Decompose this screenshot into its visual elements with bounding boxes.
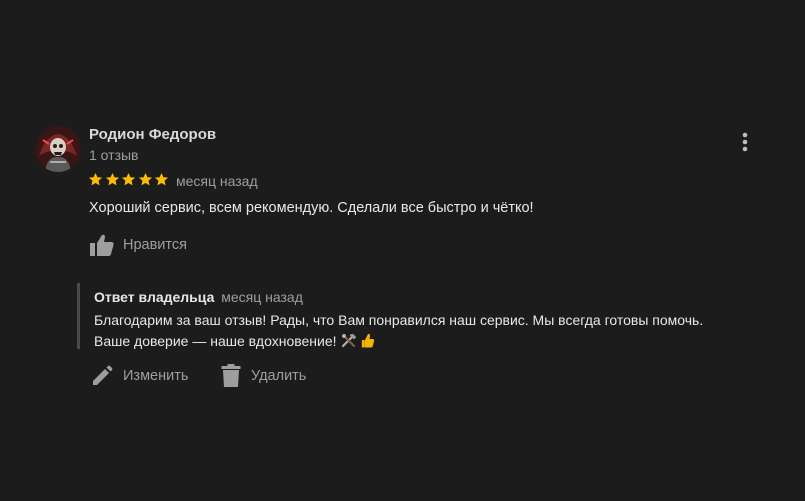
reply-text: Благодарим за ваш отзыв! Рады, что Вам п… [94, 310, 774, 352]
thumbs-up-icon [90, 234, 114, 256]
more-vertical-icon [742, 132, 748, 152]
trash-icon [221, 364, 241, 387]
reply-header: Ответ владельца месяц назад [94, 289, 303, 305]
owner-reply: Ответ владельца месяц назад Благодарим з… [77, 283, 780, 349]
avatar-image [35, 126, 81, 172]
reply-date: месяц назад [221, 289, 303, 305]
reply-text-line-2: Ваше доверие — наше вдохновение! [94, 331, 774, 352]
edit-label: Изменить [123, 368, 189, 384]
star-icon [138, 172, 152, 185]
like-button[interactable]: Нравится [89, 232, 187, 258]
review-text: Хороший сервис, всем рекомендую. Сделали… [89, 200, 534, 216]
delete-label: Удалить [251, 368, 307, 384]
reply-text-line-1: Благодарим за ваш отзыв! Рады, что Вам п… [94, 312, 704, 328]
reply-text-line-2-text: Ваше доверие — наше вдохновение! [94, 333, 337, 349]
review-date: месяц назад [176, 173, 258, 189]
author-name[interactable]: Родион Федоров [89, 126, 216, 143]
star-icon [88, 172, 103, 185]
review-card: Родион Федоров 1 отзыв месяц назад Хорош… [0, 0, 805, 501]
edit-button[interactable]: Изменить [91, 363, 188, 389]
reply-title: Ответ владельца [94, 289, 215, 305]
star-icon [105, 172, 119, 185]
hammer-and-wrench-icon [341, 334, 356, 348]
pencil-icon [93, 365, 113, 385]
star-rating [88, 170, 171, 188]
delete-button[interactable]: Удалить [221, 363, 306, 389]
like-label: Нравится [123, 237, 187, 253]
avatar[interactable] [35, 126, 81, 172]
thumbs-up-emoji-icon [361, 333, 374, 348]
star-icon [154, 172, 169, 185]
review-count: 1 отзыв [89, 147, 139, 163]
more-options-button[interactable] [734, 130, 756, 154]
star-icon [121, 172, 136, 185]
